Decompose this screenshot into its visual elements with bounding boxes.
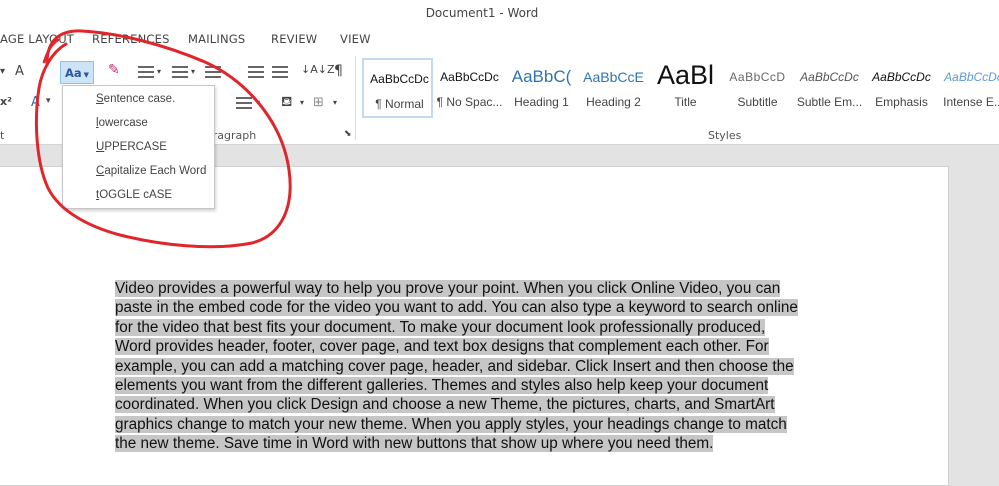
shading-icon[interactable]: ⛾ [281,95,292,109]
text-line: the new theme. Save time in Word with ne… [115,435,714,453]
menu-item-uppercase[interactable]: UPPERCASE [96,141,167,153]
change-case-menu: Sentence case. lowercase UPPERCASE Capit… [62,85,215,209]
bullets-dropdown-icon[interactable]: ▾ [157,68,161,76]
font-size-dropdown-icon[interactable]: ▾ [0,67,5,77]
text-line: example, you can add a matching cover pa… [115,357,794,375]
text-line: Video provides a powerful way to help yo… [115,280,781,297]
change-case-label: Aa [65,66,82,80]
style-sample: AaBbCcDc [800,70,859,84]
style-sample: AaBbC( [511,67,572,86]
styles-gallery: AaBbCcDc ¶ Normal AaBbCcDc ¶ No Spac... … [362,58,999,118]
style-name: ¶ No Spac... [436,95,503,109]
style-name: Heading 2 [586,95,641,109]
line-spacing-dropdown-icon[interactable]: ▾ [256,99,260,107]
style-title[interactable]: AaBl Title [650,58,721,118]
chevron-down-icon: ▼ [83,71,90,79]
style-sample: AaBl [656,60,715,90]
numbering-dropdown-icon[interactable]: ▾ [191,68,195,76]
borders-icon[interactable]: ⊞ [313,96,324,109]
tab-view[interactable]: VIEW [340,32,371,46]
bullets-icon[interactable] [138,66,154,78]
text-line: for the video that best fits your docume… [115,318,766,336]
change-case-button[interactable]: Aa ▼ [60,61,94,84]
text-line: coordinated. When you click Design and c… [115,396,775,414]
style-name: Title [674,95,697,109]
style-heading-1[interactable]: AaBbC( Heading 1 [506,58,577,118]
text-line: Word provides header, footer, cover page… [115,338,769,356]
style-subtle-emphasis[interactable]: AaBbCcDc Subtle Em... [794,58,865,118]
style-name: Subtitle [737,95,778,109]
group-separator [355,56,356,140]
style-sample: AaBbCcD [729,70,786,84]
multilevel-list-icon[interactable] [205,66,221,78]
style-sample: AaBbCcDc [440,70,499,84]
ribbon-tabs: AGE LAYOUT REFERENCES MAILINGS REVIEW VI… [0,26,999,50]
style-name: Subtle Em... [796,95,863,109]
superscript-button[interactable]: x² [0,96,12,107]
text-effects-button[interactable]: A [31,96,40,109]
style-sample: AaBbCcDc [944,70,999,84]
tab-review[interactable]: REVIEW [271,32,317,46]
menu-item-toggle-case[interactable]: tOGGLE cASE [96,189,172,201]
title-bar: Document1 - Word [0,0,999,26]
style-sample: AaBbCcE [583,69,644,85]
shading-dropdown-icon[interactable]: ▾ [300,99,304,107]
style-name: Emphasis [875,95,928,109]
decrease-indent-icon[interactable] [248,66,264,78]
numbering-icon[interactable] [172,66,188,78]
style-name: Heading 1 [514,95,569,109]
text-line: graphics change to match your new theme.… [115,415,787,433]
text-effects-dropdown-icon[interactable]: ▾ [46,97,51,106]
menu-item-sentence-case[interactable]: Sentence case. [96,93,175,105]
document-body[interactable]: Video provides a powerful way to help yo… [115,279,835,454]
show-marks-button[interactable]: ¶ [334,64,343,78]
text-line: elements you want from the different gal… [115,377,769,395]
increase-indent-icon[interactable] [272,66,288,78]
style-normal[interactable]: AaBbCcDc ¶ Normal [362,58,433,118]
style-heading-2[interactable]: AaBbCcE Heading 2 [578,58,649,118]
styles-group-label: Styles [708,129,742,142]
sort-button[interactable]: ↓A↓Z [301,64,335,75]
tab-page-layout[interactable]: AGE LAYOUT [0,32,74,46]
style-name: Intense E... [943,95,999,109]
window-title: Document1 - Word [425,6,539,20]
style-subtitle[interactable]: AaBbCcD Subtitle [722,58,793,118]
style-intense-emphasis[interactable]: AaBbCcDc Intense E... [938,58,999,118]
menu-item-capitalize-each-word[interactable]: Capitalize Each Word [96,165,206,177]
borders-dropdown-icon[interactable]: ▾ [333,99,337,107]
style-name: ¶ Normal [375,97,424,111]
paragraph-dialog-launcher-icon[interactable]: ⬊ [344,130,352,139]
style-sample: AaBbCcDc [370,72,429,86]
text-line: paste in the embed code for the video yo… [115,299,798,317]
line-spacing-icon[interactable] [236,97,252,109]
style-emphasis[interactable]: AaBbCcDc Emphasis [866,58,937,118]
tab-references[interactable]: REFERENCES [92,32,170,46]
menu-item-lowercase[interactable]: lowercase [96,117,148,129]
font-group-label: t [0,129,5,142]
tab-mailings[interactable]: MAILINGS [188,32,245,46]
grow-font-button[interactable]: A [15,65,24,78]
clear-formatting-icon[interactable]: ✎ [108,63,120,77]
style-sample: AaBbCcDc [872,70,931,84]
style-no-spacing[interactable]: AaBbCcDc ¶ No Spac... [434,58,505,118]
